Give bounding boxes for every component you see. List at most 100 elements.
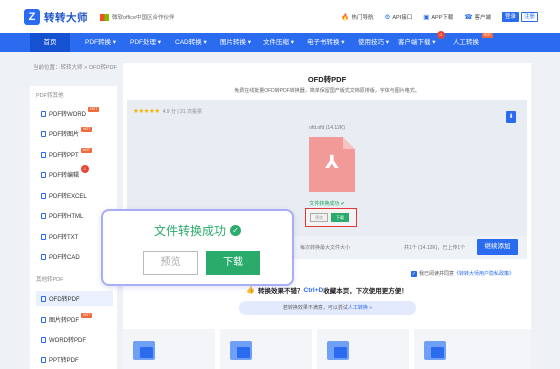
top-link-app[interactable]: ▣ APP下载: [423, 13, 453, 21]
file-icon: [41, 295, 46, 302]
hot-badge: HOT: [80, 148, 93, 153]
site-logo[interactable]: Z 转转大师: [24, 9, 88, 25]
nav-label: PDF转换: [85, 39, 111, 46]
location-pin-icon: ⌂: [437, 31, 445, 39]
sidebar-group-title: PDF转其他: [36, 93, 64, 99]
preview-button[interactable]: 预览: [143, 251, 198, 275]
feature-card[interactable]: [220, 329, 312, 369]
app-icon: ▣: [423, 14, 430, 21]
add-more-button[interactable]: 继续添加: [477, 239, 518, 255]
sidebar-item-label: PDF转WORD: [49, 112, 86, 118]
code-icon: ⚙: [384, 14, 391, 21]
checkbox-icon[interactable]: ✓: [411, 270, 417, 277]
sidebar-item-ppt-to-pdf[interactable]: PPT转PDF: [36, 352, 113, 367]
sidebar-item-label: PDF转图片: [49, 132, 80, 138]
sidebar-item-label: OFD转PDF: [49, 297, 80, 303]
sidebar-group-title: 其他转PDF: [36, 277, 64, 283]
privacy-link[interactable]: 《转转大师用户隐私政策》: [454, 270, 514, 277]
agreement[interactable]: ✓ 我已阅读并同意 《转转大师用户隐私政策》: [411, 270, 514, 277]
file-icon: [41, 130, 46, 137]
nav-label: 电子书转换: [307, 39, 340, 46]
sidebar-item-pdf-to-excel[interactable]: PDF转EXCEL: [36, 188, 113, 203]
nav-tips[interactable]: 使用技巧 ▾: [358, 33, 389, 52]
nav-compress[interactable]: 文件压缩 ▾: [263, 33, 294, 52]
main-nav: 首页 PDF转换 ▾ PDF处理 ▾ CAD转换 ▾ 图片转换 ▾ 文件压缩 ▾…: [0, 31, 560, 52]
feature-icon: [230, 341, 252, 360]
sidebar-item-pdf-to-word[interactable]: PDF转WORD HOT: [36, 106, 113, 121]
file-download-button[interactable]: 下载: [331, 213, 349, 222]
feature-icon: [133, 341, 155, 360]
file-icon: [41, 253, 46, 260]
rating: ★★★★★ 4.9 分 | 31 次投票: [133, 107, 202, 115]
tip-post: 收藏本页，下次使用更方便！: [323, 288, 408, 295]
top-link-hot-nav[interactable]: 🔥 热门导航: [341, 13, 373, 21]
manual-convert-link[interactable]: 人工转换 »: [348, 305, 372, 311]
manual-convert-pill[interactable]: 若转换效果不满意，可以尝试人工转换 »: [239, 301, 416, 315]
hot-badge: HOT: [481, 33, 493, 38]
success-callout: 文件转换成功 ✓ 预览 下载: [101, 209, 294, 286]
sidebar-item-label: WORD转PDF: [49, 338, 86, 344]
sidebar-item-image-to-pdf[interactable]: 图片转PDF HOT: [36, 312, 113, 327]
nav-home[interactable]: 首页: [30, 33, 70, 52]
nav-client-download[interactable]: 客户端下载 ▾: [398, 33, 436, 52]
login-button[interactable]: 登录: [502, 12, 519, 22]
rating-text: 4.9 分 | 31 次投票: [162, 108, 203, 115]
feature-card[interactable]: [414, 329, 531, 369]
file-preview-button[interactable]: 预览: [310, 213, 328, 222]
sidebar-item-word-to-pdf[interactable]: WORD转PDF: [36, 332, 113, 347]
sidebar-item-label: PDF转TXT: [49, 235, 79, 241]
file-count: 共1个 (14.12K)，已上传1个: [404, 245, 466, 251]
sidebar-item-pdf-edit[interactable]: PDF转编辑: [36, 167, 113, 182]
file-icon: [41, 192, 46, 199]
logo-text: 转转大师: [44, 11, 88, 24]
file-actions-highlight: 预览 下载: [305, 208, 357, 227]
feature-icon: [424, 341, 446, 360]
nav-label: 使用技巧: [358, 39, 384, 46]
acrobat-icon: ⅄: [325, 152, 339, 172]
feature-card[interactable]: [317, 329, 409, 369]
location-pin-icon: ⌂: [81, 165, 89, 173]
nav-pdf-process[interactable]: PDF处理 ▾: [130, 33, 161, 52]
tip-pre: 转换效果不错？: [258, 288, 304, 295]
file-icon: [41, 316, 46, 323]
top-link-api[interactable]: ⚙ API接口: [385, 13, 413, 21]
file-icon: [41, 233, 46, 240]
top-link-client[interactable]: ☎ 客户端: [464, 13, 491, 21]
nav-label: 图片转换: [220, 39, 246, 46]
nav-label: 文件压缩: [263, 39, 289, 46]
star-icon: ★★★★★: [133, 108, 160, 115]
file-status: 文件转换成功 ✔: [309, 201, 345, 207]
sidebar-item-label: PDF转CAD: [49, 255, 80, 261]
register-button[interactable]: 注册: [521, 12, 538, 22]
file-icon: [41, 151, 46, 158]
sidebar-item-pdf-to-image[interactable]: PDF转图片 HOT: [36, 126, 113, 141]
file-icon: [41, 110, 46, 117]
check-circle-icon: ✓: [230, 225, 241, 236]
sidebar-item-label: 图片转PDF: [49, 318, 80, 324]
sidebar-item-label: PDF转EXCEL: [49, 194, 87, 200]
nav-label: CAD转换: [175, 39, 202, 46]
nav-cad-convert[interactable]: CAD转换 ▾: [175, 33, 207, 52]
nav-ebook[interactable]: 电子书转换 ▾: [307, 33, 345, 52]
feature-card[interactable]: [123, 329, 215, 369]
page-title: OFD转PDF: [307, 75, 347, 84]
file-icon: [41, 356, 46, 363]
hot-badge: HOT: [81, 313, 93, 318]
nav-label: PDF处理: [130, 39, 156, 46]
fire-icon: 🔥: [341, 14, 350, 21]
partner-text: 微软office中国区合作伙伴: [112, 15, 175, 21]
manual-pre: 若转换效果不满意，可以尝试: [282, 305, 348, 311]
download-button[interactable]: 下载: [206, 251, 260, 275]
top-link-label: 热门导航: [351, 15, 374, 21]
tip-shortcut: Ctrl+D: [303, 286, 324, 294]
nav-image-convert[interactable]: 图片转换 ▾: [220, 33, 251, 52]
sidebar-item-ofd-to-pdf[interactable]: OFD转PDF: [36, 291, 113, 306]
file-icon: [41, 212, 46, 219]
nav-pdf-convert[interactable]: PDF转换 ▾: [85, 33, 116, 52]
partner-badge: 微软office中国区合作伙伴: [100, 13, 175, 21]
bookmark-tip: 👍 转换效果不错？ Ctrl+D 收藏本页，下次使用更方便！: [123, 285, 531, 296]
nav-manual[interactable]: 人工转换 HOT: [453, 33, 493, 52]
sidebar-item-pdf-to-ppt[interactable]: PDF转PPT HOT: [36, 147, 113, 162]
top-link-label: API接口: [392, 15, 413, 21]
download-icon[interactable]: ⬇: [506, 111, 516, 123]
